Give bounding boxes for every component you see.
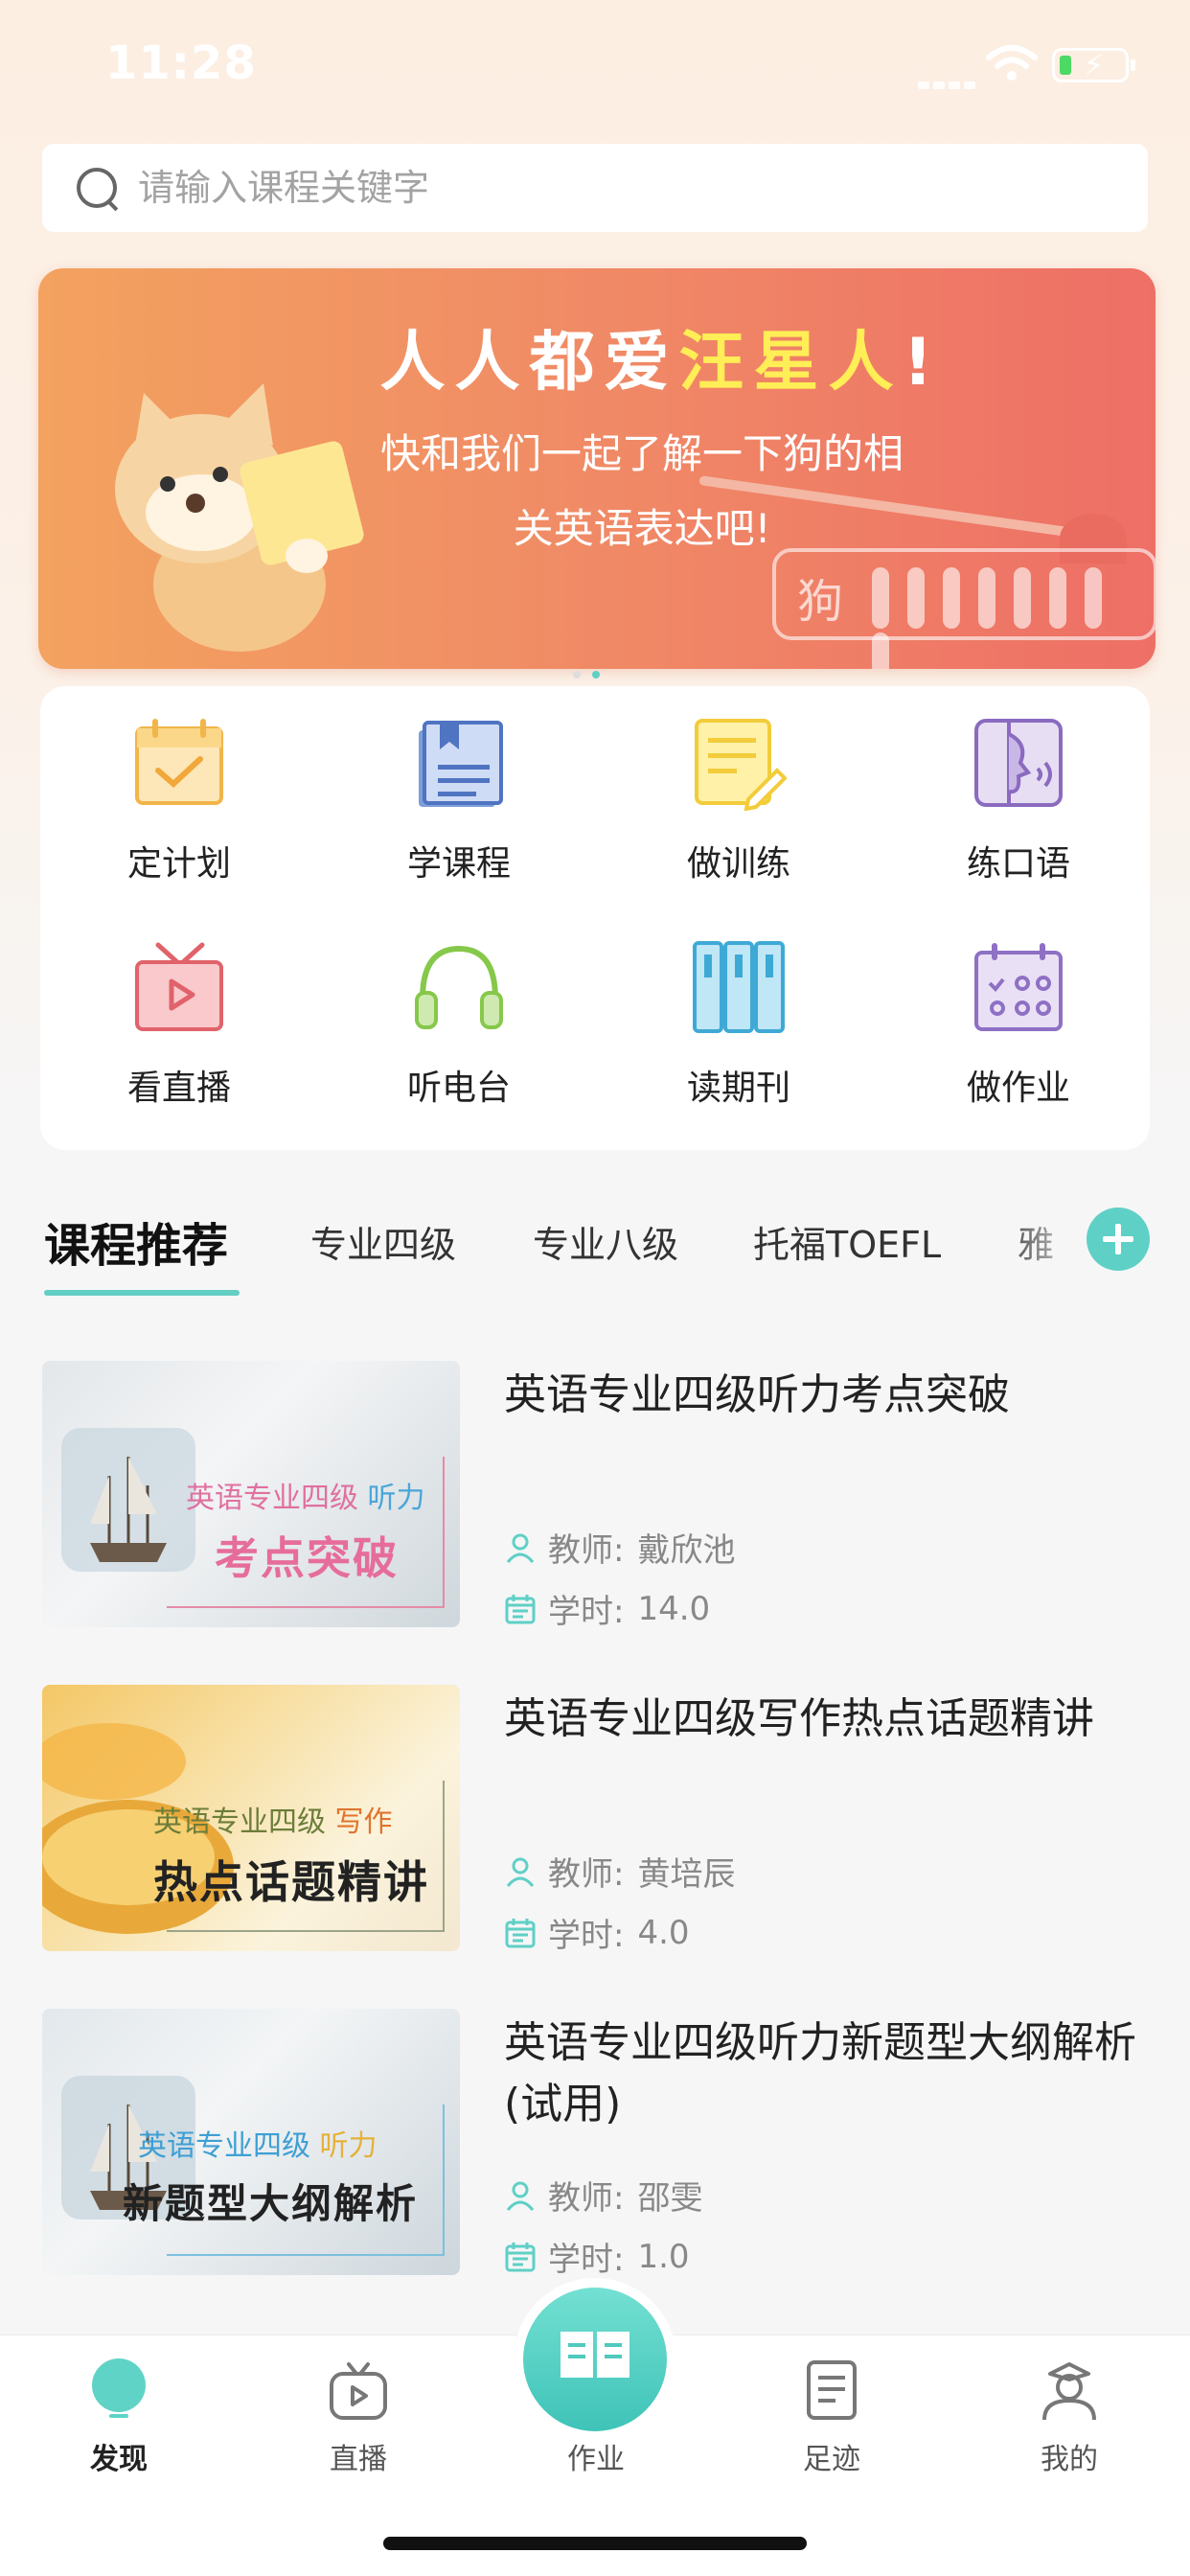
note-edit-icon (695, 719, 787, 811)
status-bar: 11:28 ⚡ (0, 0, 1190, 134)
banner-text-line2: 关英语表达吧! (513, 505, 771, 552)
banner-sound-box: 狗 (772, 548, 1156, 669)
bulb-icon (92, 2358, 146, 2418)
thumb-title: 考点突破 (215, 1532, 399, 1584)
book-icon (419, 721, 503, 807)
feature-label: 读期刊 (686, 1069, 790, 1108)
feature-label: 做作业 (966, 1069, 1070, 1108)
signal-icon (918, 75, 985, 89)
course-hours: 学时: 4.0 (504, 1909, 690, 1956)
calendar-grid-icon (974, 943, 1063, 1031)
course-tabs: 课程推荐 专业四级 专业八级 托福TOEFL 雅 (0, 1188, 1190, 1303)
nav-footprints[interactable]: 足迹 (755, 2355, 908, 2498)
feature-course[interactable]: 学课程 (339, 696, 579, 887)
tab-tem4[interactable]: 专业四级 (310, 1215, 456, 1268)
search-icon (73, 164, 121, 212)
nav-profile[interactable]: 我的 (993, 2355, 1146, 2498)
tab-recommended[interactable]: 课程推荐 (44, 1208, 228, 1275)
banner-box-char: 狗 (797, 575, 844, 629)
tab-fade (996, 1198, 1092, 1284)
feature-homework[interactable]: 做作业 (899, 920, 1138, 1112)
battery-icon: ⚡ (1052, 48, 1135, 82)
course-item[interactable]: 英语专业四级 听力 新题型大纲解析 英语专业四级听力新题型大纲解析 (试用) 教… (42, 2009, 1154, 2280)
course-title: 英语专业四级听力考点突破 (504, 1370, 1010, 1419)
person-icon (506, 2181, 535, 2211)
banner-title-highlight: 汪星人 (678, 325, 904, 401)
nav-homework[interactable]: 作业 (519, 2355, 673, 2498)
course-thumbnail: 英语专业四级 听力 新题型大纲解析 (42, 2009, 460, 2275)
headphones-icon (415, 945, 503, 1029)
nav-discover[interactable]: 发现 (42, 2355, 195, 2498)
course-title: 英语专业四级写作热点话题精讲 (504, 1694, 1094, 1743)
active-tab-indicator (44, 1290, 240, 1296)
home-indicator (383, 2537, 807, 2550)
search-bar[interactable] (42, 144, 1148, 232)
status-time: 11:28 (105, 36, 257, 90)
feature-label: 听电台 (406, 1069, 511, 1108)
course-teacher: 教师: 戴欣池 (504, 1524, 735, 1571)
search-input[interactable] (138, 167, 1000, 209)
calendar-icon (505, 2242, 536, 2271)
tv-icon (330, 2362, 387, 2420)
add-tab-button[interactable] (1087, 1208, 1150, 1271)
course-thumbnail: 英语专业四级 写作 热点话题精讲 (42, 1685, 460, 1951)
nav-label: 作业 (567, 2443, 625, 2476)
course-hours: 学时: 1.0 (504, 2233, 690, 2280)
feature-training[interactable]: 做训练 (619, 696, 858, 887)
course-hours: 学时: 14.0 (504, 1585, 710, 1632)
carousel-indicator (573, 669, 621, 680)
nav-label: 发现 (90, 2443, 148, 2476)
thumb-subtitle: 英语专业四级 听力 (138, 2129, 378, 2163)
banner-text-line1: 快和我们一起了解一下狗的相 (379, 430, 904, 477)
nav-label: 我的 (1041, 2443, 1098, 2476)
tab-toefl[interactable]: 托福TOEFL (753, 1215, 941, 1268)
nav-label: 足迹 (803, 2443, 860, 2476)
feature-label: 练口语 (966, 844, 1070, 884)
promo-banner[interactable]: 人人都爱汪星人! 快和我们一起了解一下狗的相 关英语表达吧! 狗 (38, 268, 1156, 669)
course-thumbnail: 英语专业四级 听力 考点突破 (42, 1361, 460, 1627)
speaking-face-icon (974, 719, 1063, 807)
banner-title: 人人都爱汪星人! (379, 325, 943, 401)
course-item[interactable]: 英语专业四级 听力 考点突破 英语专业四级听力考点突破 教师: 戴欣池 学时: 14… (42, 1361, 1154, 1632)
course-title: 英语专业四级听力新题型大纲解析 (试用) (504, 2018, 1136, 2128)
feature-label: 看直播 (126, 1069, 231, 1108)
feature-radio[interactable]: 听电台 (339, 920, 579, 1112)
binders-icon (693, 941, 785, 1033)
feature-journal[interactable]: 读期刊 (619, 920, 858, 1112)
course-teacher: 教师: 邵雯 (504, 2172, 702, 2219)
bottom-nav: 发现 直播 作业 足迹 我的 (0, 2278, 1190, 2576)
tv-play-icon (135, 942, 223, 1031)
thumb-title: 新题型大纲解析 (123, 2180, 419, 2227)
feature-speaking[interactable]: 练口语 (899, 696, 1138, 887)
course-item[interactable]: 英语专业四级 写作 热点话题精讲 英语专业四级写作热点话题精讲 教师: 黄培辰 学… (42, 1685, 1154, 1956)
feature-grid: 定计划 学课程 做训练 练口语 看直播 听电台 读期刊 做作业 (40, 686, 1150, 1150)
calendar-check-icon (135, 719, 223, 805)
wifi-icon (986, 45, 1038, 80)
person-icon (506, 1857, 535, 1887)
nav-live[interactable]: 直播 (282, 2355, 435, 2498)
feature-live[interactable]: 看直播 (59, 920, 299, 1112)
calendar-icon (505, 1594, 536, 1623)
profile-icon (1042, 2362, 1096, 2421)
person-icon (506, 1533, 535, 1563)
feature-label: 学课程 (406, 844, 511, 884)
feature-plan[interactable]: 定计划 (59, 696, 299, 887)
course-teacher: 教师: 黄培辰 (504, 1848, 735, 1895)
thumb-subtitle: 英语专业四级 写作 (153, 1806, 393, 1839)
tab-tem8[interactable]: 专业八级 (533, 1215, 678, 1268)
document-icon (807, 2360, 857, 2420)
thumb-subtitle: 英语专业四级 听力 (186, 1482, 425, 1515)
feature-label: 定计划 (126, 844, 231, 884)
thumb-title: 热点话题精讲 (153, 1856, 429, 1908)
nav-label: 直播 (330, 2443, 387, 2476)
feature-label: 做训练 (686, 844, 790, 884)
calendar-icon (505, 1918, 536, 1947)
